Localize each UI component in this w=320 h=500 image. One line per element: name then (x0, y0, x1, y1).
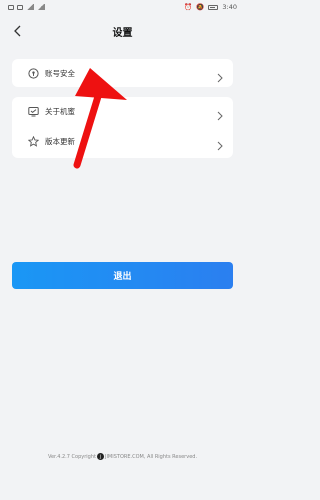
settings-item-label: 版本更新 (45, 136, 75, 146)
account-security-icon (28, 67, 39, 79)
notification-icon (17, 4, 23, 10)
footer-text: JIMISTORE.COM, All Rights Reserved. (104, 454, 198, 460)
about-icon (28, 106, 39, 117)
brand-logo-icon: J (96, 453, 104, 460)
footer-copyright: Ver.4.2.7 Copyright J JIMISTORE.COM, All R… (0, 453, 245, 460)
status-bar: ⏰ 🔕 3:40 (0, 0, 245, 16)
settings-item-account-security[interactable]: 账号安全 (12, 59, 233, 87)
footer-text: Ver.4.2.7 Copyright (47, 454, 96, 460)
settings-item-label: 账号安全 (45, 68, 75, 78)
battery-icon (208, 4, 219, 10)
wifi-icon (37, 4, 45, 10)
status-right-icons: ⏰ 🔕 3:40 (184, 3, 237, 11)
settings-item-about[interactable]: 关于机蜜 (12, 97, 233, 125)
version-update-icon (28, 135, 39, 147)
logout-button[interactable]: 退出 (12, 262, 233, 289)
settings-group-account: 账号安全 (12, 59, 233, 87)
page-title: 设置 (112, 28, 133, 39)
alarm-icon: ⏰ (184, 3, 193, 11)
signal-icon (26, 4, 34, 10)
status-left-icons (8, 4, 45, 10)
chevron-right-icon (217, 106, 223, 121)
chevron-right-icon (217, 68, 223, 83)
notification-icon (8, 4, 14, 10)
mute-icon: 🔕 (196, 3, 205, 11)
settings-group-info: 关于机蜜 版本更新 (12, 97, 233, 158)
status-time: 3:40 (222, 3, 237, 11)
title-bar: 设置 (0, 18, 245, 44)
chevron-right-icon (217, 136, 223, 151)
settings-item-label: 关于机蜜 (45, 106, 75, 116)
settings-item-version-update[interactable]: 版本更新 (12, 127, 233, 155)
